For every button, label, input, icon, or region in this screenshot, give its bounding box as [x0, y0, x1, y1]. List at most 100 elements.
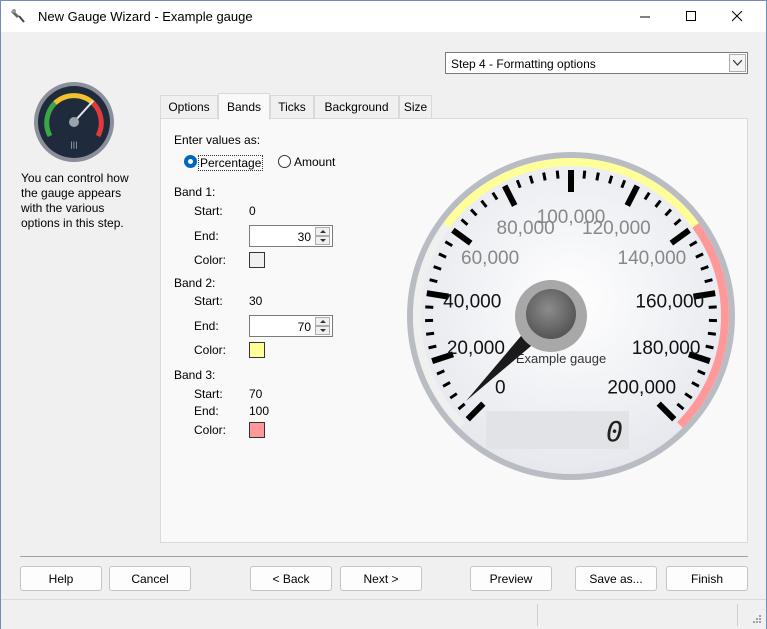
band3-color-swatch[interactable] — [249, 422, 265, 438]
amount-radio-label[interactable]: Amount — [294, 155, 335, 169]
gauge-scale-label: 200,000 — [607, 378, 676, 399]
gauge-scale-label: 120,000 — [582, 218, 651, 239]
gauge-scale-label: 0 — [495, 378, 506, 399]
gauge-caption: Example gauge — [516, 351, 606, 366]
band2-color-swatch[interactable] — [249, 342, 265, 358]
band2-start-label: Start: — [194, 294, 223, 308]
tab-options[interactable]: Options — [160, 95, 218, 118]
resize-grip-icon[interactable] — [750, 614, 762, 626]
next-button[interactable]: Next > — [340, 566, 422, 591]
gauge-minor-tick — [542, 172, 547, 181]
gauge-preview: 020,00040,00060,00080,000100,000120,0001… — [407, 152, 735, 480]
band1-color-swatch[interactable] — [249, 252, 265, 268]
finish-button[interactable]: Finish — [666, 566, 748, 591]
minimize-button[interactable] — [622, 1, 668, 32]
gauge-minor-tick — [705, 344, 714, 350]
title-bar[interactable]: New Gauge Wizard - Example gauge — [1, 1, 766, 32]
wizard-window: New Gauge Wizard - Example gauge Step 4 … — [0, 0, 767, 629]
tab-background[interactable]: Background — [314, 95, 399, 118]
band2-end-up-button[interactable] — [315, 317, 330, 326]
gauge-minor-tick — [428, 344, 437, 350]
status-divider — [737, 604, 738, 626]
gauge-scale-label: 180,000 — [632, 338, 701, 359]
band1-start-value: 0 — [249, 204, 256, 218]
step-help-text: You can control how the gauge appears wi… — [21, 171, 129, 230]
band1-end-down-button[interactable] — [315, 236, 330, 245]
tab-options-label: Options — [168, 100, 210, 114]
chevron-down-icon[interactable] — [729, 54, 746, 72]
gauge-minor-tick — [429, 278, 438, 284]
band3-start-value: 70 — [249, 387, 263, 401]
gauge-minor-tick — [704, 278, 713, 284]
gauge-hub — [526, 289, 576, 339]
status-divider — [537, 604, 538, 626]
tab-bands[interactable]: Bands — [218, 93, 270, 120]
back-button-label: < Back — [272, 571, 310, 586]
gauge-scale-label: 60,000 — [461, 248, 519, 269]
band1-end-up-button[interactable] — [315, 227, 330, 236]
band1-start-label: Start: — [194, 204, 223, 218]
enter-values-label: Enter values as: — [174, 133, 261, 147]
maximize-button[interactable] — [668, 1, 714, 32]
save-as-button-label: Save as... — [589, 571, 643, 586]
band1-end-value: 30 — [297, 230, 311, 244]
band2-title: Band 2: — [174, 276, 216, 290]
gauge-minor-tick — [555, 170, 560, 179]
gauge-scale-label: 20,000 — [447, 338, 505, 359]
band1-title: Band 1: — [174, 185, 216, 199]
close-icon — [731, 11, 742, 22]
gauge-minor-tick — [708, 305, 717, 309]
band2-end-value: 70 — [297, 320, 311, 334]
tab-bands-label: Bands — [226, 100, 262, 114]
gauge-scale-label: 140,000 — [618, 248, 687, 269]
gauge-minor-tick — [425, 305, 434, 309]
maximize-icon — [685, 11, 696, 21]
window-title: New Gauge Wizard - Example gauge — [38, 9, 253, 24]
button-separator — [20, 556, 748, 557]
percentage-radio[interactable] — [184, 155, 197, 168]
gauge-scale-label: 40,000 — [443, 291, 501, 312]
minimize-icon — [639, 16, 650, 18]
wizard-icon — [11, 9, 25, 23]
band2-end-stepper[interactable]: 70 — [249, 315, 333, 337]
tab-size[interactable]: Size — [399, 95, 432, 118]
finish-button-label: Finish — [690, 571, 723, 586]
amount-radio[interactable] — [278, 155, 291, 168]
band1-end-label: End: — [194, 229, 219, 243]
close-button[interactable] — [714, 1, 760, 32]
step-dropdown[interactable]: Step 4 - Formatting options — [445, 52, 748, 74]
cancel-button[interactable]: Cancel — [109, 566, 191, 591]
gauge-thumbnail-icon: ||| — [34, 82, 114, 162]
band2-start-value: 30 — [249, 294, 263, 308]
band3-start-label: Start: — [194, 387, 223, 401]
gauge-minor-tick — [595, 172, 600, 181]
cancel-button-label: Cancel — [131, 571, 169, 586]
help-button[interactable]: Help — [20, 566, 102, 591]
gauge-scale-label: 160,000 — [635, 291, 704, 312]
band3-color-label: Color: — [194, 423, 227, 437]
band3-end-label: End: — [194, 404, 219, 418]
band2-color-label: Color: — [194, 343, 227, 357]
preview-button[interactable]: Preview — [470, 566, 552, 591]
status-bar — [1, 599, 766, 629]
svg-text:|||: ||| — [70, 141, 77, 149]
digital-readout-value: 0 — [606, 415, 623, 448]
help-button-label: Help — [48, 571, 74, 586]
step-dropdown-value: Step 4 - Formatting options — [451, 57, 596, 71]
tab-ticks-label: Ticks — [278, 100, 306, 114]
gauge-minor-tick — [425, 331, 435, 336]
band3-title: Band 3: — [174, 368, 216, 382]
tab-size-label: Size — [403, 100, 428, 114]
tab-background-label: Background — [324, 100, 389, 114]
percentage-radio-label[interactable]: Percentage — [198, 155, 264, 171]
next-button-label: Next > — [363, 571, 399, 586]
back-button[interactable]: < Back — [250, 566, 332, 591]
band2-end-label: End: — [194, 319, 219, 333]
tab-ticks[interactable]: Ticks — [270, 95, 314, 118]
gauge-minor-tick — [582, 170, 587, 179]
band1-color-label: Color: — [194, 253, 227, 267]
band2-end-down-button[interactable] — [315, 326, 330, 335]
band1-end-stepper[interactable]: 30 — [249, 225, 333, 247]
save-as-button[interactable]: Save as... — [575, 566, 657, 591]
gauge-minor-tick — [707, 331, 717, 336]
